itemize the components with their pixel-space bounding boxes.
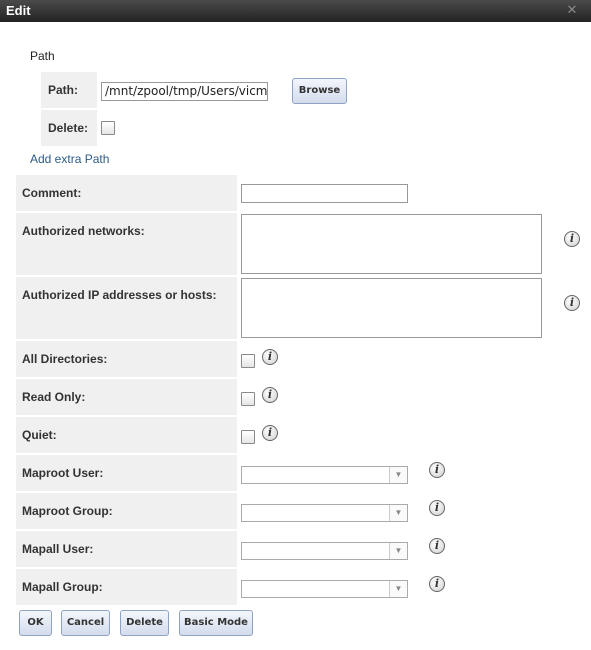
read-only-label: Read Only:	[16, 379, 237, 415]
info-icon[interactable]: i	[429, 462, 445, 478]
authorized-networks-label: Authorized networks:	[16, 213, 237, 275]
browse-button[interactable]: Browse	[292, 78, 347, 104]
path-label: Path:	[41, 72, 97, 108]
all-directories-checkbox[interactable]	[241, 354, 255, 368]
delete-button[interactable]: Delete	[120, 610, 169, 636]
authorized-hosts-label: Authorized IP addresses or hosts:	[16, 277, 237, 339]
mapall-user-label: Mapall User:	[16, 531, 237, 567]
window-title: Edit	[6, 3, 31, 18]
info-icon[interactable]: i	[262, 387, 278, 403]
chevron-down-icon: ▼	[389, 581, 407, 597]
close-icon[interactable]: ✕	[565, 3, 579, 17]
title-bar: Edit ✕	[0, 0, 591, 22]
mapall-group-select[interactable]: ▼	[241, 580, 408, 598]
info-icon[interactable]: i	[429, 500, 445, 516]
info-icon[interactable]: i	[429, 576, 445, 592]
info-icon[interactable]: i	[262, 349, 278, 365]
path-section-legend: Path	[30, 49, 55, 63]
path-input[interactable]: /mnt/zpool/tmp/Users/vicma	[101, 82, 268, 101]
info-icon[interactable]: i	[564, 295, 580, 311]
delete-path-label: Delete:	[41, 110, 97, 146]
maproot-group-label: Maproot Group:	[16, 493, 237, 529]
info-icon[interactable]: i	[262, 425, 278, 441]
authorized-hosts-textarea[interactable]	[241, 278, 542, 338]
cancel-button[interactable]: Cancel	[61, 610, 110, 636]
authorized-networks-textarea[interactable]	[241, 214, 542, 274]
basic-mode-button[interactable]: Basic Mode	[179, 610, 253, 636]
comment-input[interactable]	[241, 184, 408, 203]
maproot-user-label: Maproot User:	[16, 455, 237, 491]
mapall-user-select[interactable]: ▼	[241, 542, 408, 560]
info-icon[interactable]: i	[564, 231, 580, 247]
all-directories-label: All Directories:	[16, 341, 237, 377]
chevron-down-icon: ▼	[389, 467, 407, 483]
mapall-group-label: Mapall Group:	[16, 569, 237, 605]
chevron-down-icon: ▼	[389, 505, 407, 521]
ok-button[interactable]: OK	[19, 610, 52, 636]
chevron-down-icon: ▼	[389, 543, 407, 559]
quiet-label: Quiet:	[16, 417, 237, 453]
add-extra-path-link[interactable]: Add extra Path	[30, 152, 109, 166]
read-only-checkbox[interactable]	[241, 392, 255, 406]
info-icon[interactable]: i	[429, 538, 445, 554]
maproot-group-select[interactable]: ▼	[241, 504, 408, 522]
delete-path-checkbox[interactable]	[101, 121, 115, 135]
maproot-user-select[interactable]: ▼	[241, 466, 408, 484]
quiet-checkbox[interactable]	[241, 430, 255, 444]
comment-label: Comment:	[16, 175, 237, 211]
